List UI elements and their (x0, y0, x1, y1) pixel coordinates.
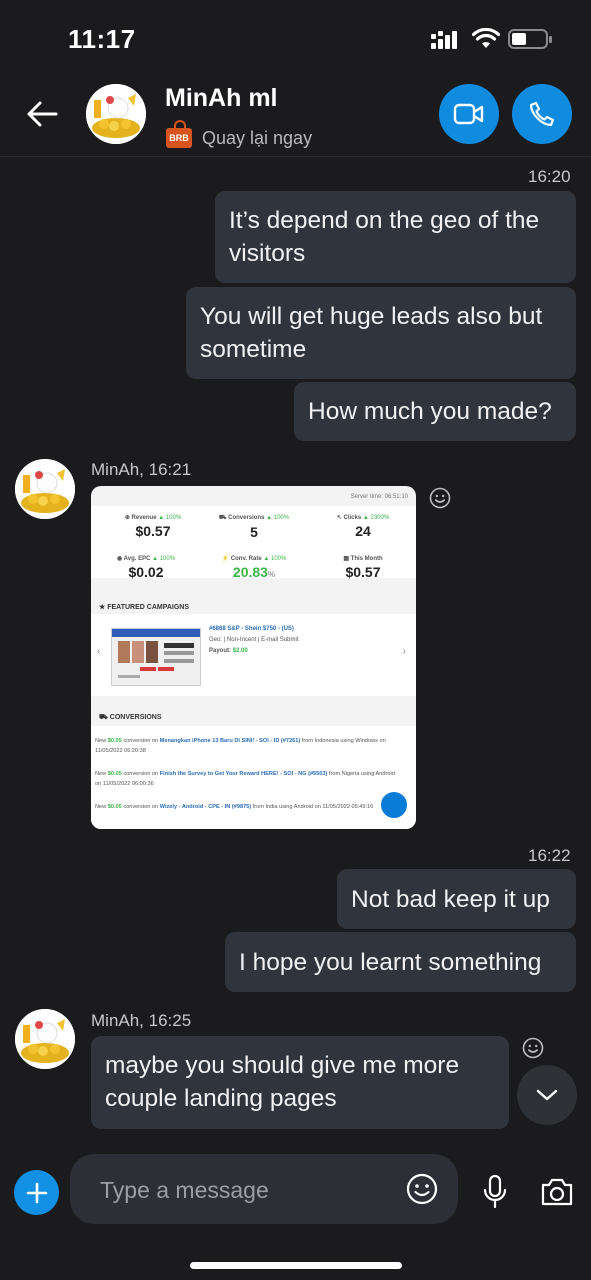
sender-avatar[interactable] (15, 459, 75, 519)
message-timestamp: 16:22 (528, 846, 571, 865)
camera-icon (541, 1178, 573, 1206)
emoji-button[interactable] (406, 1173, 438, 1205)
camera-button[interactable] (540, 1176, 574, 1208)
stats-panel: ⊕ Revenue ▲ 100% $0.57 ⛟ Conversions ▲ 1… (91, 506, 416, 580)
phone-call-icon (529, 101, 555, 127)
sender-name-time: MinAh, 16:25 (91, 1011, 192, 1030)
header-divider (0, 156, 591, 157)
featured-campaign-card: ‹ #6868 S&P - Shein $750 - (US) Geo: | N… (91, 614, 416, 696)
conversion-row: New $0.05 conversion on Finish the Surve… (95, 771, 395, 787)
contact-name[interactable]: MinAh ml (165, 84, 278, 113)
scroll-to-bottom-button[interactable] (517, 1065, 577, 1125)
message-input[interactable] (98, 1154, 392, 1226)
stat-this-month: ▦ This Month $0.57 (343, 556, 383, 580)
sender-name-time: MinAh, 16:21 (91, 460, 192, 479)
smiley-icon (429, 487, 451, 509)
message-bubble-outgoing[interactable]: I hope you learnt something (225, 932, 576, 992)
back-button[interactable] (24, 94, 64, 134)
stat-revenue: ⊕ Revenue ▲ 100% $0.57 (124, 515, 182, 539)
add-icon (26, 1182, 47, 1203)
presence-text: Quay lại ngay (202, 127, 313, 148)
message-text: You will get huge leads also but sometim… (200, 303, 543, 363)
message-bubble-outgoing[interactable]: It’s depend on the geo of the visitors (215, 191, 576, 283)
message-text: It’s depend on the geo of the visitors (229, 207, 540, 267)
message-text: I hope you learnt something (239, 948, 542, 976)
message-timestamp: 16:20 (528, 167, 571, 186)
microphone-icon (483, 1174, 507, 1209)
conversion-row: New $0.05 conversion on Menangkan iPhone… (95, 738, 386, 754)
back-arrow-icon (27, 101, 58, 127)
message-text: maybe you should give me more couple lan… (105, 1052, 460, 1112)
video-call-icon (453, 103, 484, 125)
contact-avatar[interactable] (86, 84, 146, 144)
image-attachment[interactable]: Server time: 06:51:10 ⊕ Revenue ▲ 100% $… (91, 486, 416, 829)
add-reaction-button[interactable] (429, 487, 451, 509)
add-reaction-button[interactable] (522, 1037, 544, 1059)
featured-campaigns-title: ★ FEATURED CAMPAIGNS (99, 604, 190, 611)
message-bubble-incoming[interactable]: maybe you should give me more couple lan… (91, 1036, 509, 1129)
sender-avatar[interactable] (15, 1009, 75, 1069)
add-attachment-button[interactable] (14, 1170, 59, 1215)
video-call-button[interactable] (439, 84, 499, 144)
battery-icon (508, 28, 552, 50)
conversion-row: New $0.05 conversion on Wizely - Android… (95, 804, 374, 810)
voice-message-button[interactable] (482, 1174, 508, 1210)
message-bubble-outgoing[interactable]: How much you made? (294, 382, 576, 441)
message-bubble-outgoing[interactable]: You will get huge leads also but sometim… (186, 287, 576, 379)
wifi-icon (471, 27, 501, 50)
home-indicator[interactable] (190, 1262, 402, 1269)
signal-icon (431, 30, 463, 50)
campaign-details: #6868 S&P - Shein $750 - (US) Geo: | Non… (209, 626, 299, 654)
presence-status: BRB Quay lại ngay (166, 120, 313, 152)
emoji-icon (406, 1173, 438, 1205)
server-time: Server time: 06:51:10 (350, 494, 408, 500)
message-text: How much you made? (308, 398, 552, 425)
brb-icon: BRB (166, 120, 192, 148)
conversions-title: ⛟ CONVERSIONS (99, 714, 162, 721)
message-bubble-outgoing[interactable]: Not bad keep it up (337, 869, 576, 929)
support-chat-icon (379, 790, 409, 820)
audio-call-button[interactable] (512, 84, 572, 144)
stat-conversions: ⛟ Conversions ▲ 100% 5 (218, 515, 290, 540)
chevron-down-icon (536, 1089, 558, 1101)
status-time: 11:17 (68, 24, 136, 54)
conversions-list: New $0.05 conversion on Menangkan iPhone… (91, 726, 416, 829)
stat-clicks: ↖ Clicks ▲ 2300% 24 (336, 515, 390, 539)
message-composer (70, 1154, 458, 1226)
smiley-icon (522, 1037, 544, 1059)
campaign-thumbnail (111, 628, 201, 686)
stat-avg-epc: ◉ Avg. EPC ▲ 100% $0.02 (116, 556, 176, 580)
message-text: Not bad keep it up (351, 885, 550, 913)
stat-conv-rate: ⚡ Conv. Rate ▲ 100% 20.83% (221, 556, 287, 580)
